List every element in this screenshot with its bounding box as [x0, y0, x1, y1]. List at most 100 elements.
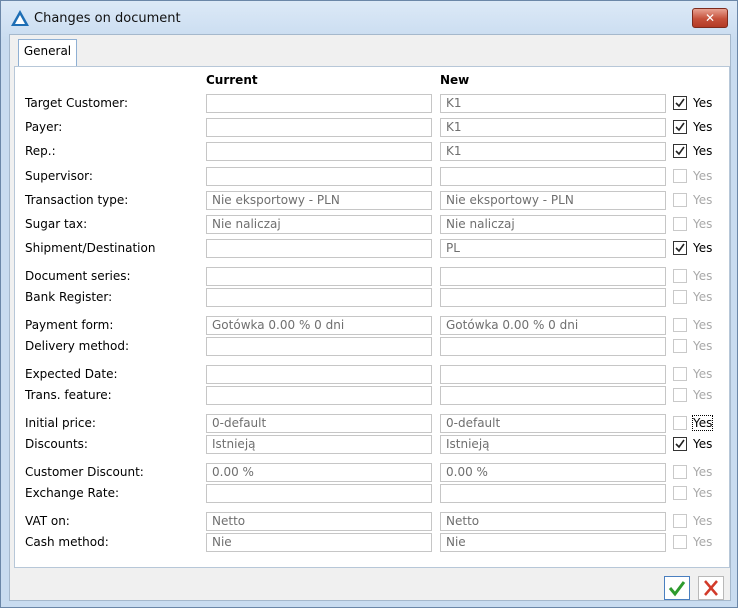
label-initial-price: Initial price: [25, 416, 96, 430]
window-title: Changes on document [34, 11, 181, 26]
new-target-customer-field[interactable]: K1 [440, 94, 666, 113]
current-trans-feature-field [206, 386, 432, 405]
apply-transaction-type-yes-label[interactable]: Yes [693, 193, 712, 207]
ok-button[interactable] [664, 576, 690, 600]
current-transaction-type-field: Nie eksportowy - PLN [206, 191, 432, 210]
apply-document-series-checkbox[interactable] [673, 269, 687, 283]
apply-discounts-yes-label[interactable]: Yes [693, 437, 712, 451]
current-vat-on-field: Netto [206, 512, 432, 531]
apply-cash-method-checkbox[interactable] [673, 535, 687, 549]
apply-target-customer-checkbox[interactable] [673, 96, 687, 110]
new-expected-date-field[interactable] [440, 365, 666, 384]
apply-customer-discount-checkbox[interactable] [673, 465, 687, 479]
new-delivery-method-field[interactable] [440, 337, 666, 356]
apply-expected-date-yes-label[interactable]: Yes [693, 367, 712, 381]
apply-trans-feature-yes-label[interactable]: Yes [693, 388, 712, 402]
new-supervisor-field[interactable] [440, 167, 666, 186]
apply-payment-form-checkbox[interactable] [673, 318, 687, 332]
check-icon [675, 98, 685, 108]
general-panel: Current New Target Customer: K1 Yes Payer: K… [14, 66, 730, 568]
title-bar: Changes on document ✕ [1, 1, 737, 33]
close-button[interactable]: ✕ [692, 8, 728, 28]
current-sugar-tax-field: Nie naliczaj [206, 215, 432, 234]
current-shipment-field [206, 239, 432, 258]
current-target-customer-field [206, 94, 432, 113]
new-cash-method-field[interactable]: Nie [440, 533, 666, 552]
label-supervisor: Supervisor: [25, 169, 93, 183]
apply-shipment-yes-label[interactable]: Yes [693, 241, 712, 255]
new-customer-discount-field[interactable]: 0.00 % [440, 463, 666, 482]
app-triangle-icon [11, 10, 29, 26]
apply-target-customer-yes-label[interactable]: Yes [693, 96, 712, 110]
check-icon [675, 122, 685, 132]
close-icon: ✕ [704, 11, 716, 25]
label-transaction-type: Transaction type: [25, 193, 129, 207]
new-shipment-field[interactable]: PL [440, 239, 666, 258]
apply-exchange-rate-checkbox[interactable] [673, 486, 687, 500]
apply-exchange-rate-yes-label[interactable]: Yes [693, 486, 712, 500]
label-bank-register: Bank Register: [25, 290, 113, 304]
current-initial-price-field: 0-default [206, 414, 432, 433]
label-discounts: Discounts: [25, 437, 88, 451]
column-header-current: Current [206, 73, 258, 87]
apply-transaction-type-checkbox[interactable] [673, 193, 687, 207]
dialog-window: Changes on document ✕ General Current Ne… [0, 0, 738, 608]
apply-customer-discount-yes-label[interactable]: Yes [693, 465, 712, 479]
new-exchange-rate-field[interactable] [440, 484, 666, 503]
apply-supervisor-checkbox[interactable] [673, 169, 687, 183]
label-shipment: Shipment/Destination [25, 241, 156, 255]
apply-delivery-method-yes-label[interactable]: Yes [693, 339, 712, 353]
apply-payment-form-yes-label[interactable]: Yes [693, 318, 712, 332]
label-cash-method: Cash method: [25, 535, 109, 549]
apply-vat-on-yes-label[interactable]: Yes [693, 514, 712, 528]
apply-rep-yes-label[interactable]: Yes [693, 144, 712, 158]
check-icon [675, 243, 685, 253]
apply-document-series-yes-label[interactable]: Yes [693, 269, 712, 283]
apply-shipment-checkbox[interactable] [673, 241, 687, 255]
current-bank-register-field [206, 288, 432, 307]
apply-payer-checkbox[interactable] [673, 120, 687, 134]
new-vat-on-field[interactable]: Netto [440, 512, 666, 531]
check-icon [675, 439, 685, 449]
apply-expected-date-checkbox[interactable] [673, 367, 687, 381]
apply-bank-register-checkbox[interactable] [673, 290, 687, 304]
new-initial-price-field[interactable]: 0-default [440, 414, 666, 433]
new-trans-feature-field[interactable] [440, 386, 666, 405]
current-payer-field [206, 118, 432, 137]
new-transaction-type-field[interactable]: Nie eksportowy - PLN [440, 191, 666, 210]
apply-cash-method-yes-label[interactable]: Yes [693, 535, 712, 549]
cancel-button[interactable] [698, 576, 724, 600]
new-rep-field[interactable]: K1 [440, 142, 666, 161]
apply-payer-yes-label[interactable]: Yes [693, 120, 712, 134]
checkmark-icon [668, 581, 686, 597]
current-cash-method-field: Nie [206, 533, 432, 552]
new-sugar-tax-field[interactable]: Nie naliczaj [440, 215, 666, 234]
apply-bank-register-yes-label[interactable]: Yes [693, 290, 712, 304]
x-icon [704, 580, 718, 596]
new-discounts-field[interactable]: Istnieją [440, 435, 666, 454]
new-payer-field[interactable]: K1 [440, 118, 666, 137]
apply-initial-price-yes-label[interactable]: Yes [691, 415, 714, 431]
apply-discounts-checkbox[interactable] [673, 437, 687, 451]
apply-rep-checkbox[interactable] [673, 144, 687, 158]
dialog-body: General Current New Target Customer: K1 Ye… [9, 34, 731, 601]
apply-supervisor-yes-label[interactable]: Yes [693, 169, 712, 183]
new-bank-register-field[interactable] [440, 288, 666, 307]
current-delivery-method-field [206, 337, 432, 356]
apply-sugar-tax-yes-label[interactable]: Yes [693, 217, 712, 231]
new-payment-form-field[interactable]: Gotówka 0.00 % 0 dni [440, 316, 666, 335]
label-delivery-method: Delivery method: [25, 339, 130, 353]
column-header-new: New [440, 73, 470, 87]
current-discounts-field: Istnieją [206, 435, 432, 454]
apply-delivery-method-checkbox[interactable] [673, 339, 687, 353]
label-trans-feature: Trans. feature: [25, 388, 112, 402]
apply-sugar-tax-checkbox[interactable] [673, 217, 687, 231]
apply-vat-on-checkbox[interactable] [673, 514, 687, 528]
new-document-series-field[interactable] [440, 267, 666, 286]
current-rep-field [206, 142, 432, 161]
tab-general[interactable]: General [18, 39, 77, 67]
current-customer-discount-field: 0.00 % [206, 463, 432, 482]
apply-trans-feature-checkbox[interactable] [673, 388, 687, 402]
apply-initial-price-checkbox[interactable] [673, 416, 687, 430]
label-payment-form: Payment form: [25, 318, 114, 332]
